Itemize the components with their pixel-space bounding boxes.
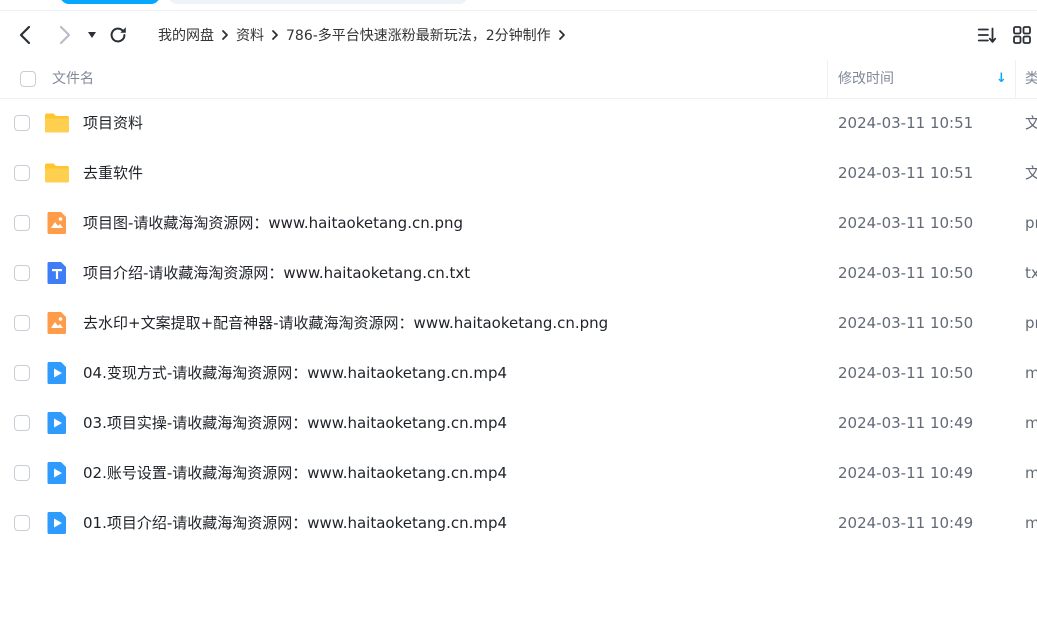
file-name[interactable]: 03.项目实操-请收藏海淘资源网：www.haitaoketang.cn.mp4: [83, 398, 507, 448]
file-name[interactable]: 01.项目介绍-请收藏海淘资源网：www.haitaoketang.cn.mp4: [83, 498, 507, 548]
file-row[interactable]: 02.账号设置-请收藏海淘资源网：www.haitaoketang.cn.mp4…: [0, 448, 1037, 498]
view-toggle-button[interactable]: [1010, 23, 1034, 47]
file-type: tx: [1025, 264, 1037, 282]
file-row[interactable]: 项目资料 2024-03-11 10:51 文: [0, 98, 1037, 148]
file-type: pı: [1025, 214, 1037, 232]
video-file-icon: [44, 460, 70, 486]
top-search-box[interactable]: [168, 0, 468, 4]
video-file-icon: [44, 410, 70, 436]
sort-button[interactable]: [975, 23, 999, 47]
file-modified-time: 2024-03-11 10:50: [838, 364, 974, 382]
column-divider[interactable]: [1015, 60, 1016, 98]
column-header-mtime[interactable]: 修改时间: [838, 60, 894, 98]
file-modified-time: 2024-03-11 10:51: [838, 114, 974, 132]
file-row[interactable]: 去重软件 2024-03-11 10:51 文: [0, 148, 1037, 198]
file-row[interactable]: 03.项目实操-请收藏海淘资源网：www.haitaoketang.cn.mp4…: [0, 398, 1037, 448]
file-type: 文: [1025, 114, 1037, 132]
sort-icon: [977, 27, 997, 43]
file-modified-time: 2024-03-11 10:50: [838, 314, 974, 332]
file-type: pı: [1025, 314, 1037, 332]
file-row[interactable]: 04.变现方式-请收藏海淘资源网：www.haitaoketang.cn.mp4…: [0, 348, 1037, 398]
row-checkbox[interactable]: [14, 115, 30, 131]
video-file-icon: [44, 510, 70, 536]
breadcrumb: 我的网盘 资料 786-多平台快速涨粉最新玩法，2分钟制作: [158, 10, 573, 60]
chevron-left-icon: [19, 25, 31, 45]
chevron-right-icon[interactable]: [551, 29, 573, 41]
file-name[interactable]: 02.账号设置-请收藏海淘资源网：www.haitaoketang.cn.mp4: [83, 448, 507, 498]
navigation-bar: 我的网盘 资料 786-多平台快速涨粉最新玩法，2分钟制作: [0, 10, 1037, 60]
file-modified-time: 2024-03-11 10:49: [838, 464, 974, 482]
sort-arrow-icon[interactable]: ↓: [996, 60, 1007, 98]
column-header-name[interactable]: 文件名: [52, 60, 94, 98]
file-modified-time: 2024-03-11 10:51: [838, 164, 974, 182]
chevron-right-icon: [264, 29, 286, 41]
folder-icon: [44, 160, 70, 186]
video-file-icon: [44, 360, 70, 386]
select-all-checkbox[interactable]: [20, 71, 36, 87]
file-name[interactable]: 项目介绍-请收藏海淘资源网：www.haitaoketang.cn.txt: [83, 248, 470, 298]
image-file-icon: [44, 310, 70, 336]
row-checkbox[interactable]: [14, 265, 30, 281]
file-name[interactable]: 项目图-请收藏海淘资源网：www.haitaoketang.cn.png: [83, 198, 463, 248]
row-checkbox[interactable]: [14, 465, 30, 481]
file-type: 文: [1025, 164, 1037, 182]
row-checkbox[interactable]: [14, 315, 30, 331]
forward-button[interactable]: [52, 23, 76, 47]
file-name[interactable]: 去水印+文案提取+配音神器-请收藏海淘资源网：www.haitaoketang.…: [83, 298, 608, 348]
column-divider[interactable]: [827, 60, 828, 98]
file-modified-time: 2024-03-11 10:50: [838, 264, 974, 282]
file-type: m: [1025, 364, 1037, 382]
breadcrumb-item-materials[interactable]: 资料: [236, 25, 264, 45]
row-checkbox[interactable]: [14, 365, 30, 381]
file-row[interactable]: 项目图-请收藏海淘资源网：www.haitaoketang.cn.png 2024…: [0, 198, 1037, 248]
file-modified-time: 2024-03-11 10:49: [838, 514, 974, 532]
row-checkbox[interactable]: [14, 415, 30, 431]
column-header-type[interactable]: 类: [1025, 60, 1037, 98]
file-modified-time: 2024-03-11 10:49: [838, 414, 974, 432]
chevron-right-icon: [214, 29, 236, 41]
file-row[interactable]: 去水印+文案提取+配音神器-请收藏海淘资源网：www.haitaoketang.…: [0, 298, 1037, 348]
file-type: m: [1025, 414, 1037, 432]
chevron-right-icon: [59, 25, 71, 45]
back-button[interactable]: [14, 23, 38, 47]
refresh-icon: [110, 27, 126, 43]
file-row[interactable]: 项目介绍-请收藏海淘资源网：www.haitaoketang.cn.txt 202…: [0, 248, 1037, 298]
text-file-icon: [44, 260, 70, 286]
history-dropdown-button[interactable]: [84, 23, 100, 47]
row-checkbox[interactable]: [14, 165, 30, 181]
grid-view-icon: [1013, 26, 1031, 44]
row-checkbox[interactable]: [14, 215, 30, 231]
file-type: m: [1025, 514, 1037, 532]
folder-icon: [44, 110, 70, 136]
breadcrumb-item-current[interactable]: 786-多平台快速涨粉最新玩法，2分钟制作: [286, 25, 551, 45]
file-name[interactable]: 去重软件: [83, 148, 143, 198]
file-list-header: 文件名 修改时间 ↓ 类: [0, 60, 1037, 99]
image-file-icon: [44, 210, 70, 236]
file-name[interactable]: 项目资料: [83, 98, 143, 148]
refresh-button[interactable]: [106, 23, 130, 47]
file-type: m: [1025, 464, 1037, 482]
caret-down-icon: [88, 32, 96, 38]
file-row[interactable]: 01.项目介绍-请收藏海淘资源网：www.haitaoketang.cn.mp4…: [0, 498, 1037, 548]
breadcrumb-item-root[interactable]: 我的网盘: [158, 25, 214, 45]
top-accent-button[interactable]: [60, 0, 160, 4]
row-checkbox[interactable]: [14, 515, 30, 531]
file-name[interactable]: 04.变现方式-请收藏海淘资源网：www.haitaoketang.cn.mp4: [83, 348, 507, 398]
file-modified-time: 2024-03-11 10:50: [838, 214, 974, 232]
